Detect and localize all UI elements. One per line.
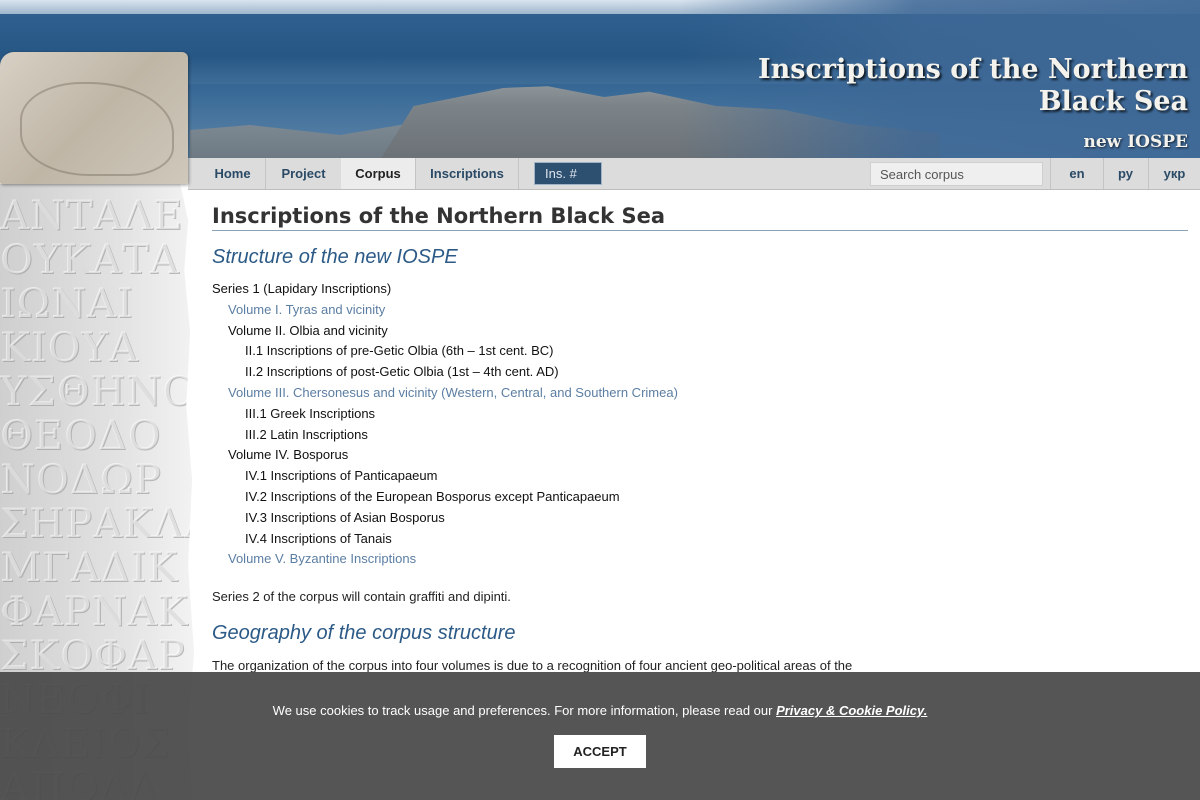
griffin-relief-icon: [20, 82, 174, 176]
inscription-number-input[interactable]: [534, 162, 602, 185]
structure-heading: Structure of the new IOSPE: [212, 246, 458, 268]
geography-heading: Geography of the corpus structure: [212, 622, 516, 645]
volume-4-item: Volume IV. Bosporus: [228, 447, 349, 463]
subvolume-item: II.2 Inscriptions of post-Getic Olbia (1…: [245, 364, 559, 380]
subvolume-item: III.1 Greek Inscriptions: [245, 405, 376, 421]
cookie-text: We use cookies to track usage and prefer…: [272, 703, 777, 718]
subvolume-item: II.1 Inscriptions of pre-Getic Olbia (6t…: [245, 343, 554, 359]
nav-home[interactable]: Home: [200, 158, 266, 189]
subvolume-item: III.2 Latin Inscriptions: [245, 426, 368, 442]
nav-project[interactable]: Project: [266, 158, 342, 189]
volume-1-link[interactable]: Volume I. Tyras and vicinity: [212, 300, 1188, 321]
site-subtitle: new IOSPE: [1083, 132, 1188, 152]
lang-uk[interactable]: укр: [1149, 158, 1200, 189]
cookie-banner: We use cookies to track usage and prefer…: [0, 672, 1200, 800]
main-nav: Home Project Corpus Inscriptions en ру у…: [188, 158, 1200, 190]
subvolume-item: IV.4 Inscriptions of Tanais: [245, 530, 392, 546]
subvolume-item: IV.3 Inscriptions of Asian Bosporus: [245, 509, 445, 525]
series-1-item: Series 1 (Lapidary Inscriptions): [212, 281, 392, 296]
lang-ru[interactable]: ру: [1103, 158, 1149, 189]
cookie-message: We use cookies to track usage and prefer…: [0, 703, 1200, 718]
page-title: Inscriptions of the Northern Black Sea: [212, 204, 1188, 231]
volume-3-link[interactable]: Volume III. Chersonesus and vicinity (We…: [212, 383, 1188, 404]
nav-inscriptions[interactable]: Inscriptions: [416, 158, 519, 189]
series-2-text: Series 2 of the corpus will contain graf…: [212, 589, 511, 605]
corpus-structure-list: Series 1 (Lapidary Inscriptions) Volume …: [212, 279, 1188, 570]
volume-2-item: Volume II. Olbia and vicinity: [228, 322, 388, 338]
privacy-policy-link[interactable]: Privacy & Cookie Policy.: [776, 703, 927, 718]
lang-en[interactable]: en: [1050, 158, 1104, 189]
nav-corpus[interactable]: Corpus: [341, 158, 416, 189]
volume-5-link[interactable]: Volume V. Byzantine Inscriptions: [212, 549, 1188, 570]
subvolume-item: IV.2 Inscriptions of the European Bospor…: [245, 488, 620, 504]
main-content: Inscriptions of the Northern Black Sea S…: [212, 204, 1188, 692]
accept-cookies-button[interactable]: ACCEPT: [554, 735, 646, 768]
search-corpus-input[interactable]: [870, 162, 1043, 186]
stone-relief-logo: [0, 52, 188, 184]
site-title: Inscriptions of the Northern Black Sea: [758, 54, 1188, 117]
subvolume-item: IV.1 Inscriptions of Panticapaeum: [245, 468, 438, 484]
